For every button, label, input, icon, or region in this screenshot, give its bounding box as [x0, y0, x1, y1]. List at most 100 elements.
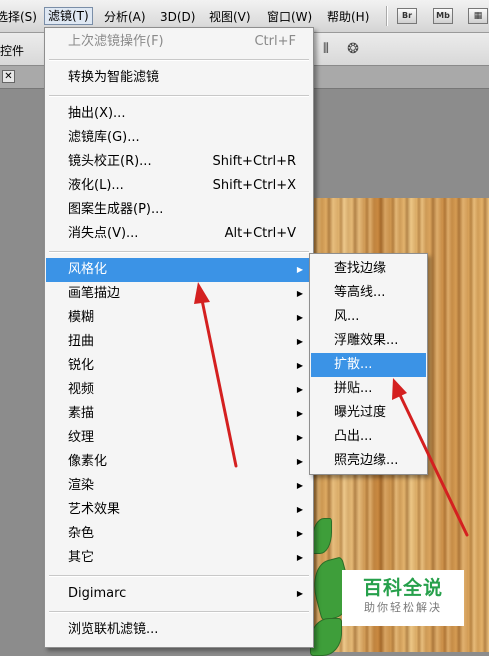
menu-separator — [49, 575, 309, 577]
menu-separator — [49, 59, 309, 61]
glowing-edges-item[interactable]: 照亮边缘... — [311, 449, 426, 473]
wind-item[interactable]: 风... — [311, 305, 426, 329]
filter-gallery-label: 滤镜库(G)... — [68, 130, 140, 145]
sketch-item[interactable]: 素描 ▶ — [46, 402, 312, 426]
leaf-shape — [312, 518, 332, 554]
distort-label: 扭曲 — [68, 334, 95, 349]
contour-item[interactable]: 等高线... — [311, 281, 426, 305]
emboss-item[interactable]: 浮雕效果... — [311, 329, 426, 353]
video-label: 视频 — [68, 382, 95, 397]
lens-correction-shortcut: Shift+Ctrl+R — [212, 154, 297, 169]
lens-correction-item[interactable]: 镜头校正(R)... Shift+Ctrl+R — [46, 150, 312, 174]
submenu-arrow-icon: ▶ — [296, 265, 303, 274]
brush-strokes-label: 画笔描边 — [68, 286, 121, 301]
video-item[interactable]: 视频 ▶ — [46, 378, 312, 402]
watermark-logo: 百科全说 助你轻松解决 — [342, 570, 464, 626]
liquify-item[interactable]: 液化(L)... Shift+Ctrl+X — [46, 174, 312, 198]
texture-label: 纹理 — [68, 430, 95, 445]
stylize-item[interactable]: 风格化 ▶ — [46, 258, 312, 282]
distort-item[interactable]: 扭曲 ▶ — [46, 330, 312, 354]
submenu-arrow-icon: ▶ — [296, 313, 303, 322]
sharpen-item[interactable]: 锐化 ▶ — [46, 354, 312, 378]
vanishing-point-shortcut: Alt+Ctrl+V — [224, 226, 296, 241]
pattern-maker-item[interactable]: 图案生成器(P)... — [46, 198, 312, 222]
submenu-arrow-icon: ▶ — [296, 337, 303, 346]
submenu-arrow-icon: ▶ — [296, 481, 303, 490]
filter-menu-dropdown: 上次滤镜操作(F) Ctrl+F 转换为智能滤镜 抽出(X)... 滤镜库(G)… — [44, 27, 314, 648]
leaf-shape — [310, 618, 342, 656]
blur-item[interactable]: 模糊 ▶ — [46, 306, 312, 330]
close-icon[interactable]: ✕ — [2, 70, 15, 83]
submenu-arrow-icon: ▶ — [296, 505, 303, 514]
digimarc-label: Digimarc — [68, 586, 127, 601]
tiles-item[interactable]: 拼贴... — [311, 377, 426, 401]
screen-mode-icon[interactable]: ▦ — [468, 8, 488, 24]
menu-divider — [386, 6, 388, 26]
last-filter-item: 上次滤镜操作(F) Ctrl+F — [46, 30, 312, 54]
menu-separator — [49, 611, 309, 613]
extrude-item[interactable]: 凸出... — [311, 425, 426, 449]
menu-help[interactable]: 帮助(H) — [327, 9, 369, 25]
pixelate-label: 像素化 — [68, 454, 108, 469]
noise-item[interactable]: 杂色 ▶ — [46, 522, 312, 546]
render-label: 渲染 — [68, 478, 95, 493]
convert-smart-filters-label: 转换为智能滤镜 — [68, 70, 160, 85]
blur-label: 模糊 — [68, 310, 95, 325]
liquify-label: 液化(L)... — [68, 178, 124, 193]
vanishing-point-label: 消失点(V)... — [68, 226, 139, 241]
vanishing-point-item[interactable]: 消失点(V)... Alt+Ctrl+V — [46, 222, 312, 246]
show-transform-controls-label[interactable]: 控件 — [0, 42, 24, 59]
submenu-arrow-icon: ▶ — [296, 289, 303, 298]
mini-bridge-icon[interactable]: Mb — [433, 8, 453, 24]
last-filter-shortcut: Ctrl+F — [254, 34, 296, 49]
artistic-item[interactable]: 艺术效果 ▶ — [46, 498, 312, 522]
other-item[interactable]: 其它 ▶ — [46, 546, 312, 570]
diffuse-item[interactable]: 扩散... — [311, 353, 426, 377]
texture-item[interactable]: 纹理 ▶ — [46, 426, 312, 450]
submenu-arrow-icon: ▶ — [296, 433, 303, 442]
render-item[interactable]: 渲染 ▶ — [46, 474, 312, 498]
menu-view[interactable]: 视图(V) — [209, 9, 251, 25]
lens-correction-label: 镜头校正(R)... — [68, 154, 152, 169]
noise-label: 杂色 — [68, 526, 95, 541]
sketch-label: 素描 — [68, 406, 95, 421]
browse-filters-online-label: 浏览联机滤镜... — [68, 622, 159, 637]
bridge-icon[interactable]: Br — [397, 8, 417, 24]
submenu-arrow-icon: ▶ — [296, 553, 303, 562]
brush-strokes-item[interactable]: 画笔描边 ▶ — [46, 282, 312, 306]
align-icon[interactable]: ⫴ — [316, 38, 336, 60]
last-filter-label: 上次滤镜操作(F) — [68, 34, 164, 49]
menu-filter[interactable]: 滤镜(T) — [44, 7, 93, 25]
convert-smart-filters-item[interactable]: 转换为智能滤镜 — [46, 66, 312, 90]
browse-filters-online-item[interactable]: 浏览联机滤镜... — [46, 618, 312, 642]
submenu-arrow-icon: ▶ — [296, 589, 303, 598]
photoshop-window: { "menubar": { "items": ["选择(S)", "滤镜(T)… — [0, 0, 489, 656]
filter-gallery-item[interactable]: 滤镜库(G)... — [46, 126, 312, 150]
find-edges-item[interactable]: 查找边缘 — [311, 257, 426, 281]
submenu-arrow-icon: ▶ — [296, 361, 303, 370]
submenu-arrow-icon: ▶ — [296, 529, 303, 538]
extract-item[interactable]: 抽出(X)... — [46, 102, 312, 126]
digimarc-item[interactable]: Digimarc ▶ — [46, 582, 312, 606]
menu-select[interactable]: 选择(S) — [0, 9, 37, 25]
menu-window[interactable]: 窗口(W) — [267, 9, 312, 25]
menu-separator — [49, 95, 309, 97]
menu-analysis[interactable]: 分析(A) — [104, 9, 146, 25]
submenu-arrow-icon: ▶ — [296, 409, 303, 418]
distribute-icon[interactable]: ❂ — [343, 38, 363, 60]
other-label: 其它 — [68, 550, 95, 565]
menu-3d[interactable]: 3D(D) — [160, 9, 195, 25]
pixelate-item[interactable]: 像素化 ▶ — [46, 450, 312, 474]
watermark-title: 百科全说 — [362, 577, 443, 599]
artistic-label: 艺术效果 — [68, 502, 121, 517]
submenu-arrow-icon: ▶ — [296, 457, 303, 466]
submenu-arrow-icon: ▶ — [296, 385, 303, 394]
liquify-shortcut: Shift+Ctrl+X — [212, 178, 296, 193]
watermark-subtitle: 助你轻松解决 — [364, 601, 442, 614]
stylize-label: 风格化 — [68, 262, 108, 277]
pattern-maker-label: 图案生成器(P)... — [68, 202, 164, 217]
solarize-item[interactable]: 曝光过度 — [311, 401, 426, 425]
stylize-submenu: 查找边缘 等高线... 风... 浮雕效果... 扩散... 拼贴... 曝光过… — [309, 253, 428, 475]
sharpen-label: 锐化 — [68, 358, 95, 373]
menu-separator — [49, 251, 309, 253]
